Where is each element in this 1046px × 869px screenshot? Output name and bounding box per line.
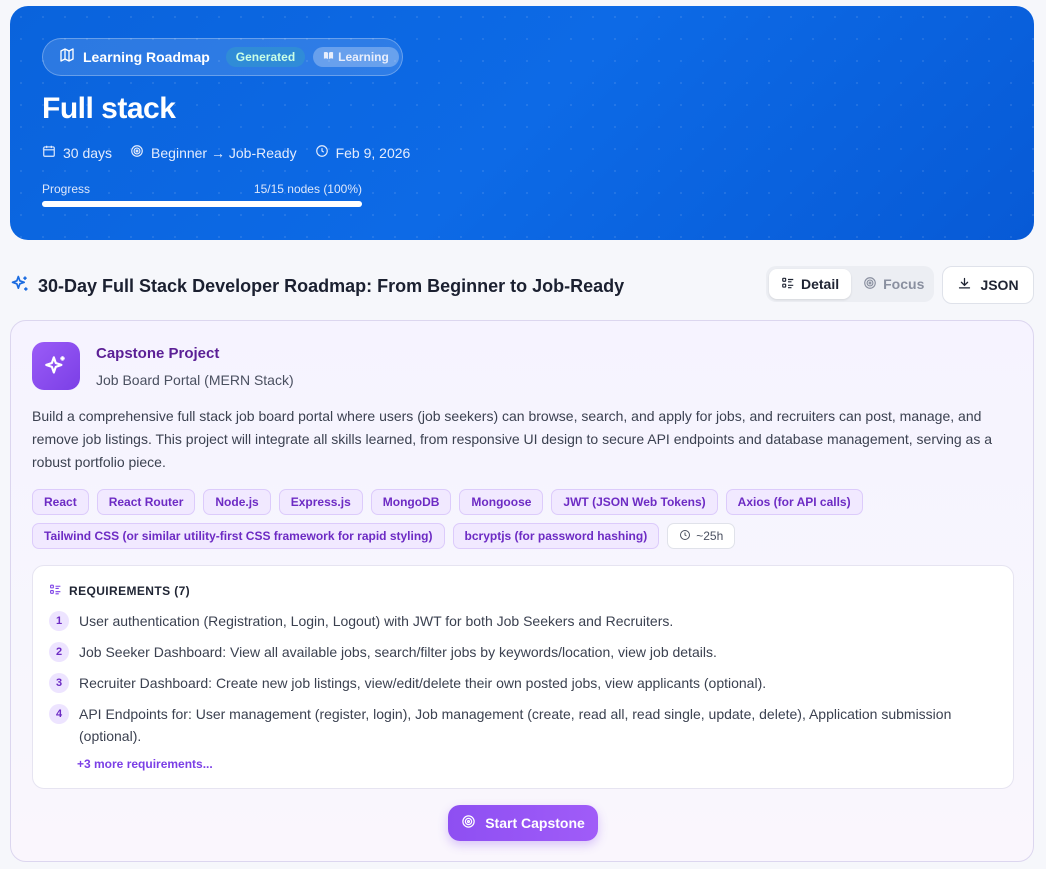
learning-badge: Learning bbox=[313, 47, 399, 67]
view-toggle: Detail Focus bbox=[766, 266, 934, 302]
requirement-number: 3 bbox=[49, 673, 69, 693]
detail-view-button[interactable]: Detail bbox=[769, 269, 852, 299]
checklist-icon bbox=[49, 583, 62, 599]
target-icon bbox=[130, 144, 144, 161]
roadmap-badge-pill: Learning Roadmap Generated Learning bbox=[42, 38, 403, 76]
sparkles-icon bbox=[10, 274, 30, 299]
requirement-text: Recruiter Dashboard: Create new job list… bbox=[79, 675, 767, 691]
focus-view-label: Focus bbox=[883, 276, 925, 292]
tech-tag: Mongoose bbox=[459, 489, 544, 515]
detail-view-label: Detail bbox=[801, 276, 840, 292]
requirement-text: API Endpoints for: User management (regi… bbox=[79, 706, 952, 744]
roadmap-meta: 30 days Beginner → Job-Ready Feb 9, 2026 bbox=[42, 144, 410, 161]
start-capstone-button[interactable]: Start Capstone bbox=[448, 805, 598, 841]
capstone-icon bbox=[32, 342, 80, 390]
date-meta: Feb 9, 2026 bbox=[315, 144, 411, 161]
clock-icon bbox=[315, 144, 329, 161]
requirements-title: REQUIREMENTS (7) bbox=[69, 584, 191, 598]
capstone-subtitle: Job Board Portal (MERN Stack) bbox=[96, 372, 294, 388]
requirements-panel: REQUIREMENTS (7) 1 User authentication (R… bbox=[32, 565, 1014, 789]
capstone-title: Capstone Project bbox=[96, 345, 220, 362]
start-capstone-label: Start Capstone bbox=[485, 815, 585, 831]
calendar-icon bbox=[42, 144, 56, 161]
duration-text: 30 days bbox=[63, 144, 113, 161]
tech-tags: React React Router Node.js Express.js MongoD… bbox=[32, 489, 1022, 549]
requirement-text: Job Seeker Dashboard: View all available… bbox=[79, 644, 717, 660]
requirement-number: 4 bbox=[49, 704, 69, 724]
capstone-card: Capstone Project Job Board Portal (MERN … bbox=[10, 320, 1034, 862]
roadmap-section-header: 30-Day Full Stack Developer Roadmap: Fro… bbox=[10, 266, 1034, 304]
tech-tag: JWT (JSON Web Tokens) bbox=[551, 489, 718, 515]
progress-label: Progress bbox=[42, 182, 91, 196]
book-icon bbox=[323, 50, 334, 64]
map-icon bbox=[59, 47, 75, 68]
download-icon bbox=[957, 276, 972, 294]
start-target-icon bbox=[461, 814, 476, 832]
progress-row: Progress 15/15 nodes (100%) bbox=[42, 182, 362, 196]
progress-value: 15/15 nodes (100%) bbox=[253, 182, 362, 196]
focus-target-icon bbox=[863, 276, 877, 293]
requirement-item: 4 API Endpoints for: User management (reg… bbox=[49, 703, 989, 747]
list-icon bbox=[781, 276, 795, 293]
requirement-item: 2 Job Seeker Dashboard: View all availabl… bbox=[49, 641, 989, 663]
level-text: Beginner → Job-Ready bbox=[151, 144, 297, 161]
roadmap-title: 30-Day Full Stack Developer Roadmap: Fro… bbox=[10, 274, 624, 299]
requirement-number: 2 bbox=[49, 642, 69, 662]
focus-view-button[interactable]: Focus bbox=[851, 269, 936, 299]
date-text: Feb 9, 2026 bbox=[335, 144, 411, 161]
tech-tag: Express.js bbox=[278, 489, 363, 515]
progress-bar bbox=[42, 201, 362, 207]
requirements-header: REQUIREMENTS (7) bbox=[49, 583, 190, 599]
duration-meta: 30 days bbox=[42, 144, 112, 161]
time-estimate-text: ~25h bbox=[696, 529, 724, 543]
level-meta: Beginner → Job-Ready bbox=[130, 144, 297, 161]
capstone-description: Build a comprehensive full stack job boa… bbox=[32, 408, 993, 470]
learning-badge-label: Learning bbox=[338, 50, 389, 64]
json-export-label: JSON bbox=[980, 277, 1019, 293]
requirement-item: 3 Recruiter Dashboard: Create new job lis… bbox=[49, 672, 989, 694]
page-title: Full stack bbox=[42, 92, 176, 125]
time-estimate-tag: ~25h bbox=[667, 523, 736, 549]
requirement-number: 1 bbox=[49, 611, 69, 631]
requirements-list: 1 User authentication (Registration, Logi… bbox=[49, 610, 989, 756]
roadmap-hero: Learning Roadmap Generated Learning Full… bbox=[10, 6, 1034, 240]
progress-bar-fill bbox=[42, 201, 362, 207]
tech-tag: bcryptjs (for password hashing) bbox=[452, 523, 660, 549]
tech-tag: Node.js bbox=[203, 489, 271, 515]
roadmap-badge-label: Learning Roadmap bbox=[83, 49, 210, 65]
tech-tag: Axios (for API calls) bbox=[725, 489, 863, 515]
tech-tag: Tailwind CSS (or similar utility-first C… bbox=[32, 523, 445, 549]
roadmap-title-text: 30-Day Full Stack Developer Roadmap: Fro… bbox=[38, 276, 625, 296]
generated-badge: Generated bbox=[225, 47, 306, 67]
tech-tag: React bbox=[32, 489, 89, 515]
requirement-text: User authentication (Registration, Login… bbox=[79, 613, 674, 629]
tech-tag: React Router bbox=[96, 489, 196, 515]
json-export-button[interactable]: JSON bbox=[942, 266, 1034, 304]
clock-icon bbox=[679, 529, 691, 544]
requirement-item: 1 User authentication (Registration, Logi… bbox=[49, 610, 989, 632]
more-requirements-link[interactable]: +3 more requirements... bbox=[77, 757, 213, 771]
tech-tag: MongoDB bbox=[370, 489, 452, 515]
